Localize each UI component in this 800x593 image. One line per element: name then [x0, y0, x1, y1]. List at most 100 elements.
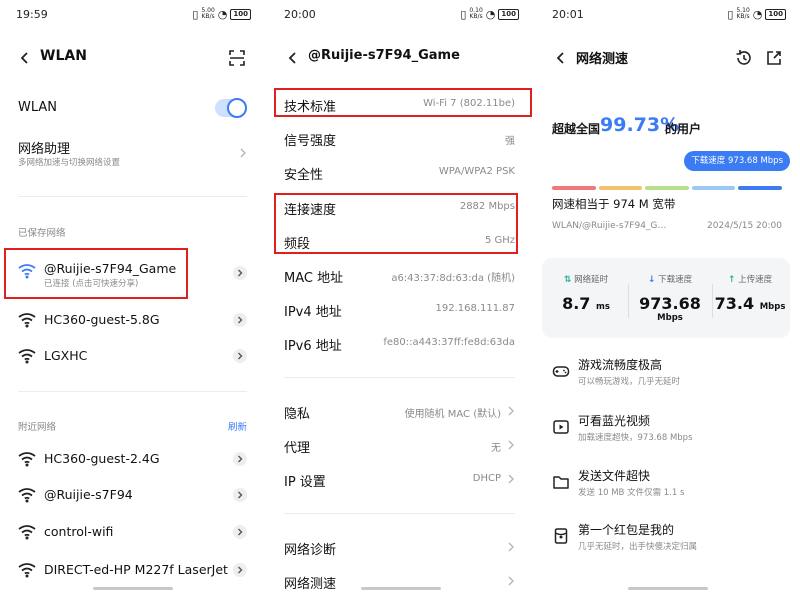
assistant-label: 网络助理 [18, 142, 71, 157]
back-arrow-icon[interactable] [286, 51, 300, 65]
saved-network-item[interactable]: LGXHC [0, 345, 265, 367]
tool-label: 网络测速 [284, 577, 337, 592]
detail-row-security: 安全性 WPA/WPA2 PSK [268, 162, 533, 183]
page-title: @Ruijie-s7F94_Game [308, 48, 460, 63]
chevron-right-icon [238, 528, 243, 536]
speed-level-segment [552, 186, 596, 190]
wifi-signal-icon [18, 452, 36, 467]
share-export-icon[interactable] [764, 48, 784, 68]
test-network: WLAN/@Ruijie-s7F94_G… [552, 221, 667, 231]
wlan-label: WLAN [18, 100, 58, 115]
feature-gaming: 游戏流畅度极高 可以畅玩游戏，几乎无延时 [536, 356, 800, 388]
history-icon[interactable] [734, 48, 754, 68]
status-bar: 19:59 ▯ 5.00 KB/s ◔ 100 [16, 6, 251, 22]
network-name: control-wifi [44, 524, 114, 539]
chevron-right-icon [238, 455, 243, 463]
red-envelope-icon [554, 528, 568, 544]
status-time: 20:01 [552, 7, 584, 21]
status-time: 20:00 [284, 7, 316, 21]
tool-row-diagnose[interactable]: 网络诊断 [268, 537, 533, 558]
wlan-toggle-row[interactable]: WLAN [0, 96, 265, 120]
upload-icon: ↑ [727, 275, 736, 285]
settings-row-privacy[interactable]: 隐私 使用随机 MAC (默认) [268, 401, 533, 422]
nearby-network-item[interactable]: HC360-guest-2.4G [0, 448, 265, 470]
settings-row-proxy[interactable]: 代理 无 [268, 435, 533, 456]
chevron-right-icon [238, 491, 243, 499]
tool-label: 网络诊断 [284, 543, 337, 558]
chevron-right-icon [238, 269, 243, 277]
network-detail-button[interactable] [233, 313, 247, 327]
wifi-status-icon: ◔ [217, 7, 228, 21]
metric-label: 下载速度 [658, 275, 693, 285]
page-title: 网络测速 [576, 52, 629, 67]
network-assistant-row[interactable]: 网络助理 多网络加速与切换网络设置 [0, 138, 265, 172]
wifi-signal-icon [18, 349, 36, 364]
detail-label: IPv6 地址 [284, 339, 342, 354]
nearby-network-item[interactable]: @Ruijie-s7F94 [0, 484, 265, 506]
metric-unit: ms [596, 302, 610, 312]
detail-row-ipv6: IPv6 地址 fe80::a443:37ff:fe8d:63da [268, 333, 533, 354]
chevron-right-icon [240, 148, 246, 158]
network-speed: 0.10 KB/s [469, 7, 483, 20]
detail-value: a6:43:37:8d:63:da (随机) [391, 273, 515, 284]
metric-unit: Mbps [657, 313, 683, 323]
detail-label: MAC 地址 [284, 271, 344, 286]
network-detail-button[interactable] [233, 349, 247, 363]
wifi-signal-icon [18, 525, 36, 540]
network-detail-button[interactable] [233, 563, 247, 577]
saved-networks-heading: 已保存网络 [18, 228, 66, 239]
speed-level-segment [645, 186, 689, 190]
wifi-status-icon: ◔ [752, 7, 763, 21]
feature-red-envelope: 第一个红包是我的 几乎无延时，出手快傻决定归属 [536, 521, 800, 553]
home-indicator[interactable] [360, 587, 441, 590]
beat-summary: 超越全国 99.73% 的用户 [536, 114, 800, 140]
feature-file-transfer: 发送文件超快 发送 10 MB 文件仅需 1.1 s [536, 467, 800, 499]
wlan-settings-screen: 19:59 ▯ 5.00 KB/s ◔ 100 WLAN WLAN 网络助理 多… [0, 0, 265, 593]
nearby-network-item[interactable]: DIRECT-ed-HP M227f LaserJet [0, 559, 265, 581]
back-arrow-icon[interactable] [18, 51, 32, 65]
network-detail-button[interactable] [233, 525, 247, 539]
saved-network-item[interactable]: HC360-guest-5.8G [0, 309, 265, 331]
detail-label: 信号强度 [284, 134, 337, 149]
chevron-right-icon [508, 474, 514, 484]
speed-test-screen: 20:01 ▯ 5.10 KB/s ◔ 100 网络测速 超越全国 99.73%… [536, 0, 800, 593]
network-speed: 5.10 KB/s [736, 7, 750, 20]
divider [284, 377, 515, 378]
download-icon: ↓ [647, 275, 656, 285]
network-name: DIRECT-ed-HP M227f LaserJet [44, 562, 228, 577]
back-arrow-icon[interactable] [554, 51, 568, 65]
broadband-equivalent: 网速相当于 974 M 宽带 [552, 197, 676, 211]
detail-value: WPA/WPA2 PSK [438, 166, 515, 177]
home-indicator[interactable] [628, 587, 708, 590]
status-icons: ▯ 5.10 KB/s ◔ 100 [727, 8, 786, 21]
vibrate-icon: ▯ [192, 7, 199, 21]
nearby-network-item[interactable]: control-wifi [0, 521, 265, 543]
refresh-link[interactable]: 刷新 [228, 419, 247, 433]
wifi-status-icon: ◔ [485, 7, 496, 21]
network-detail-button[interactable] [233, 452, 247, 466]
metric-latency: ⇅ 网络延时 8.7 ms [546, 258, 626, 313]
detail-row-mac: MAC 地址 a6:43:37:8d:63:da (随机) [268, 265, 533, 286]
chevron-right-icon [238, 566, 243, 574]
gamepad-icon [552, 366, 570, 377]
metric-label: 上传速度 [738, 275, 773, 285]
test-datetime: 2024/5/15 20:00 [707, 221, 782, 231]
download-speed-bubble: 下载速度 973.68 Mbps [684, 151, 790, 171]
vibrate-icon: ▯ [727, 7, 734, 21]
divider [18, 391, 247, 392]
feature-title: 发送文件超快 [578, 469, 651, 483]
network-detail-button[interactable] [233, 488, 247, 502]
scan-qr-icon[interactable] [227, 48, 247, 68]
wlan-toggle[interactable] [215, 98, 247, 118]
home-indicator[interactable] [92, 587, 173, 590]
network-detail-button[interactable] [233, 266, 247, 280]
metric-upload: ↑ 上传速度 73.4 Mbps [710, 258, 790, 313]
settings-value: DHCP [472, 473, 501, 484]
settings-row-ip[interactable]: IP 设置 DHCP [268, 469, 533, 490]
metric-download: ↓ 下载速度 973.68 Mbps [630, 258, 710, 323]
feature-sub: 加载速度超快，973.68 Mbps [578, 433, 693, 443]
feature-sub: 可以畅玩游戏，几乎无延时 [578, 377, 681, 387]
network-name: HC360-guest-2.4G [44, 451, 160, 466]
nearby-networks-heading: 附近网络 [18, 422, 57, 433]
wifi-signal-icon [18, 563, 36, 578]
